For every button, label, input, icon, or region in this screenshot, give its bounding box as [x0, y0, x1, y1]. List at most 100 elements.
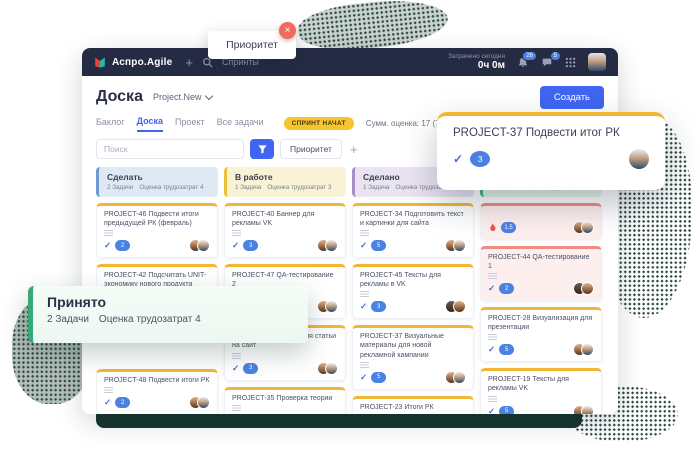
task-id: PROJECT-42	[104, 272, 146, 279]
description-icon	[232, 230, 241, 236]
filter-button[interactable]	[250, 139, 274, 159]
done-check-icon: ✓	[453, 152, 463, 166]
description-icon	[104, 230, 113, 236]
tab-all-tasks[interactable]: Все задачи	[217, 117, 264, 131]
task-card[interactable]: PROJECT-35Проверка теории ✓3	[224, 387, 346, 414]
avatar	[581, 221, 594, 234]
top-navbar: Аспро.Agile + Спринты Затрачено сегодня …	[82, 48, 618, 76]
avatar	[197, 396, 210, 409]
task-id: PROJECT-19	[488, 376, 530, 383]
priority-filter-chip[interactable]: Приоритет	[280, 139, 342, 159]
done-check-icon: ✓	[488, 406, 495, 414]
notifications-badge: 26	[522, 51, 537, 61]
app-window: Аспро.Agile + Спринты Затрачено сегодня …	[82, 48, 618, 414]
task-id: PROJECT-23	[360, 404, 402, 411]
column-accepted: Принято 2 ЗадачиОценка трудозатрат 4 1.5…	[480, 167, 602, 414]
messages-button[interactable]: 5	[541, 56, 553, 68]
column-task-count: 1 Задача	[235, 184, 261, 191]
estimate-badge: 2	[115, 397, 130, 408]
task-id: PROJECT-44	[488, 254, 530, 261]
task-title: Подвести итоги РК	[148, 377, 209, 384]
description-icon	[232, 353, 241, 359]
task-card[interactable]: 1.5	[480, 203, 602, 240]
tab-backlog[interactable]: Баклог	[96, 117, 125, 131]
task-card[interactable]: PROJECT-37Визуальные материалы для новой…	[352, 325, 474, 389]
search-input[interactable]	[96, 139, 244, 159]
task-id: PROJECT-35	[232, 395, 274, 402]
estimate-badge: 3	[371, 301, 386, 312]
description-icon	[488, 396, 497, 402]
column-estimate: Оценка трудозатрат 3	[267, 184, 331, 191]
project-selector[interactable]: Project.New	[153, 92, 213, 102]
priority-tooltip-label: Приоритет	[226, 39, 278, 51]
done-check-icon: ✓	[232, 240, 239, 251]
done-check-icon: ✓	[488, 344, 495, 355]
estimate-badge: 5	[499, 344, 514, 355]
aspro-logo-icon	[94, 56, 106, 68]
avatar	[453, 371, 466, 384]
task-card[interactable]: PROJECT-45Тексты для рекламы в VK ✓3	[352, 264, 474, 319]
time-spent: Затрачено сегодня 0ч 0м	[448, 53, 505, 72]
task-card[interactable]: PROJECT-40Баннер для рекламы VK ✓3	[224, 203, 346, 258]
add-filter-button[interactable]: +	[350, 142, 358, 157]
estimate-badge: 2	[115, 240, 130, 251]
close-icon: ×	[285, 25, 291, 36]
apps-grid-icon[interactable]	[565, 57, 576, 68]
avatar	[325, 239, 338, 252]
notifications-button[interactable]: 26	[517, 56, 529, 69]
accepted-title: Принято	[47, 294, 294, 310]
add-icon[interactable]: +	[185, 56, 193, 69]
task-id: PROJECT-47	[232, 272, 274, 279]
avatar	[197, 239, 210, 252]
estimate-badge: 3	[243, 363, 258, 374]
estimate-badge: 1.5	[501, 222, 516, 233]
description-icon	[360, 362, 369, 368]
done-check-icon: ✓	[488, 283, 495, 294]
done-check-icon: ✓	[360, 372, 367, 383]
done-check-icon: ✓	[360, 240, 367, 251]
task-id: PROJECT-34	[360, 211, 402, 218]
urgent-flame-icon	[488, 222, 497, 233]
task-card[interactable]: PROJECT-28Визуализация для презентации ✓…	[480, 307, 602, 362]
task-id: PROJECT-48	[104, 377, 146, 384]
task-id: PROJECT-37	[360, 333, 402, 340]
avatar	[581, 343, 594, 356]
column-header: Сделать 2 ЗадачиОценка трудозатрат 4	[96, 167, 218, 197]
chevron-down-icon	[205, 91, 213, 99]
create-button[interactable]: Создать	[540, 86, 604, 109]
tab-project[interactable]: Проект	[175, 117, 205, 131]
project-name: Project.New	[153, 92, 202, 102]
sprint-status-badge: СПРИНТ НАЧАТ	[284, 117, 354, 130]
estimate-badge: 5	[371, 372, 386, 383]
app-logo[interactable]: Аспро.Agile	[94, 56, 172, 68]
avatar	[453, 300, 466, 313]
description-icon	[488, 273, 497, 279]
task-card[interactable]: PROJECT-34Подготовить текст и картинки д…	[352, 203, 474, 258]
task-card[interactable]: PROJECT-44QA-тестирование 1 ✓2	[480, 246, 602, 301]
column-header: В работе 1 Задача Оценка трудозатрат 3	[224, 167, 346, 197]
tab-board[interactable]: Доска	[137, 116, 163, 132]
user-avatar[interactable]	[588, 53, 606, 71]
task-id: PROJECT-45	[360, 272, 402, 279]
column-title: В работе	[235, 172, 338, 182]
description-icon	[360, 230, 369, 236]
task-card[interactable]: PROJECT-19Тексты для рекламы VK ✓5	[480, 368, 602, 414]
task-card-popup[interactable]: PROJECT-37 Подвести итог РК ✓ 3	[437, 112, 665, 190]
done-check-icon: ✓	[104, 240, 111, 251]
app-name: Аспро.Agile	[112, 57, 172, 68]
popup-task-title: PROJECT-37 Подвести итог РК	[453, 127, 649, 139]
task-id: PROJECT-28	[488, 315, 530, 322]
accepted-task-count: 2 Задачи	[47, 314, 89, 325]
task-card[interactable]: PROJECT-23Итоги РК ✓5	[352, 396, 474, 414]
task-id: PROJECT-46	[104, 211, 146, 218]
task-card[interactable]: PROJECT-48Подвести итоги РК ✓2	[96, 369, 218, 414]
task-card[interactable]: PROJECT-46Подвести итоги предыдущей РК (…	[96, 203, 218, 258]
done-check-icon: ✓	[232, 363, 239, 374]
estimate-badge: 2	[499, 283, 514, 294]
column-task-count: 2 Задачи	[107, 184, 133, 191]
column-estimate: Оценка трудозатрат 4	[139, 184, 203, 191]
estimate-badge: 3	[470, 151, 490, 167]
messages-badge: 5	[550, 51, 561, 61]
avatar	[325, 300, 338, 313]
tooltip-close-button[interactable]: ×	[279, 22, 296, 39]
